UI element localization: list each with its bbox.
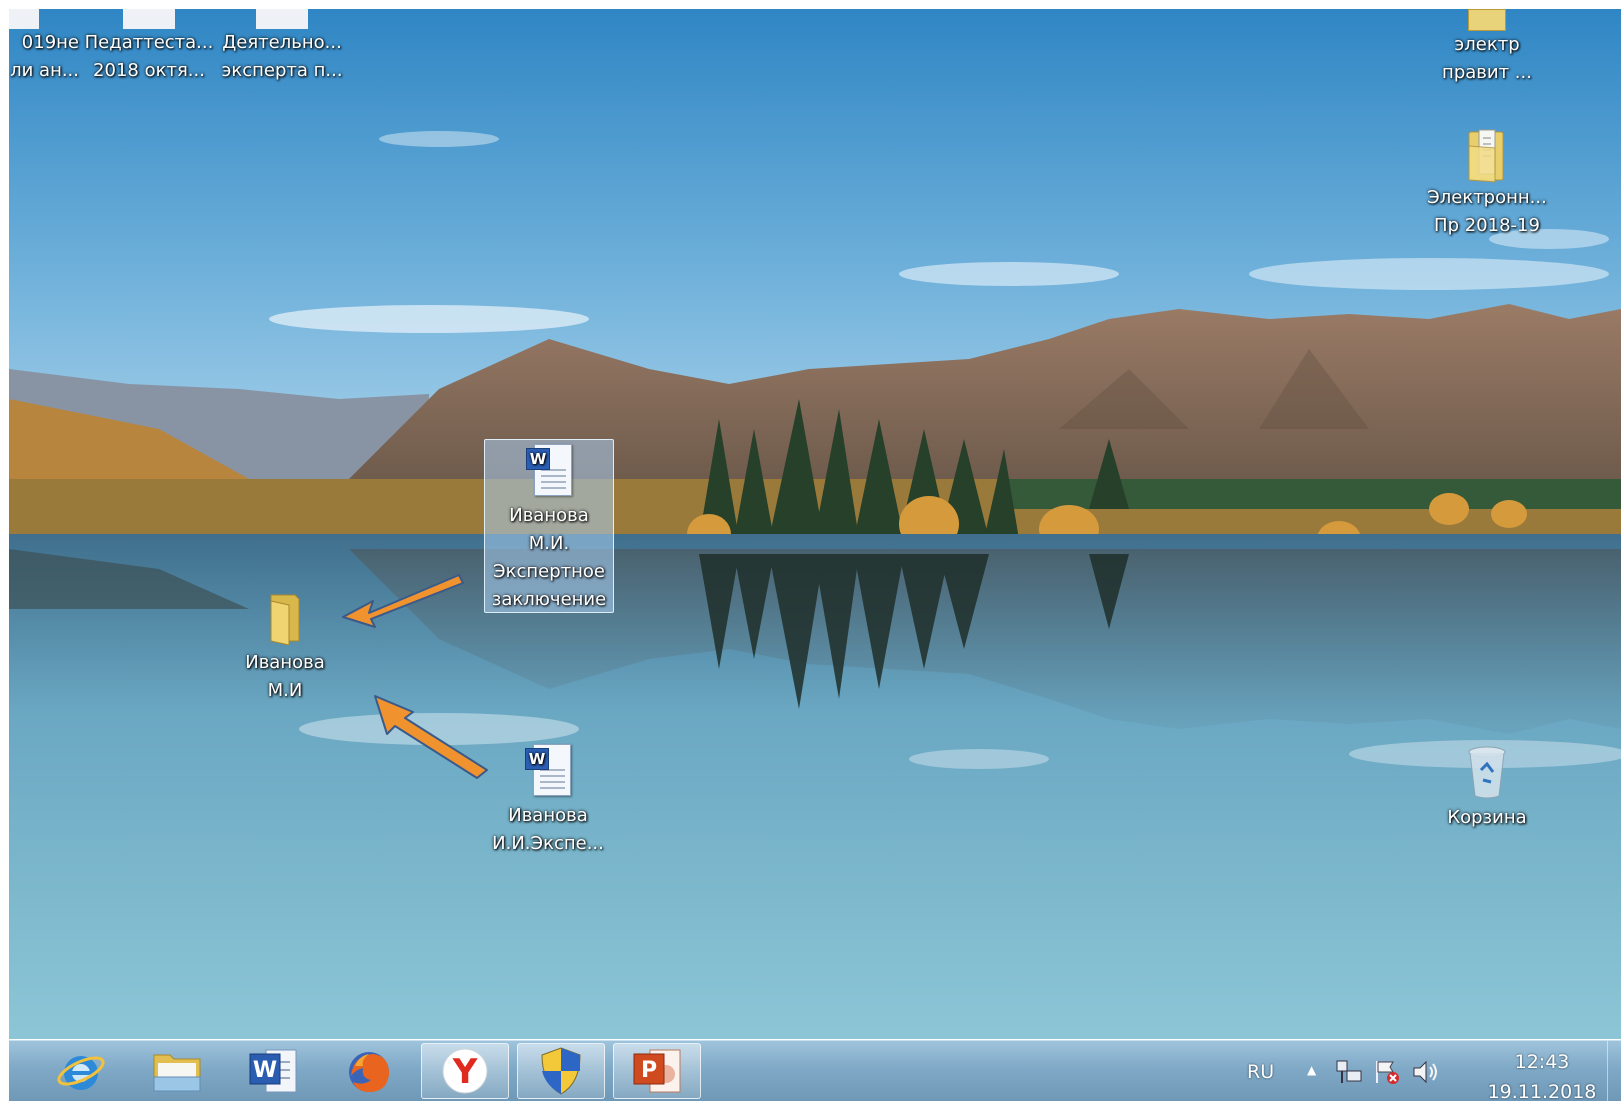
- clock-date[interactable]: 19.11.2018: [1487, 1081, 1597, 1101]
- word-icon: W: [249, 1049, 297, 1093]
- desktop-icon-elektr[interactable]: электр правит ...: [1422, 9, 1552, 87]
- desktop-icon-label: электр правит ...: [1442, 34, 1532, 83]
- explorer-icon: [153, 1054, 201, 1092]
- recycle-bin-icon: [1468, 746, 1506, 799]
- powerpoint-icon: P: [633, 1049, 681, 1093]
- powerpoint-letter: P: [641, 1058, 657, 1083]
- word-document-icon: W: [525, 744, 571, 796]
- desktop-icon-deyatelno[interactable]: Деятельно... эксперта п...: [217, 9, 347, 85]
- folder-icon: [1468, 9, 1506, 31]
- show-hidden-icons-button[interactable]: ▲: [1307, 1063, 1316, 1077]
- taskbar-security[interactable]: [517, 1043, 605, 1099]
- taskbar-internet-explorer[interactable]: [37, 1043, 125, 1099]
- desktop-icon-label: 019не ли ан...: [10, 32, 79, 81]
- taskbar: W Y P RU ▲ 12:43 19.11.2018: [9, 1040, 1621, 1101]
- taskbar-word[interactable]: W: [229, 1043, 317, 1099]
- taskbar-firefox[interactable]: [325, 1043, 413, 1099]
- desktop-icon-folder[interactable]: Иванова М.И: [220, 591, 350, 705]
- desktop-icon-label: Электронн... Пр 2018-19: [1427, 187, 1547, 236]
- show-desktop-button[interactable]: [1607, 1041, 1621, 1101]
- internet-explorer-icon: [57, 1056, 105, 1090]
- taskbar-powerpoint[interactable]: P: [613, 1043, 701, 1099]
- desktop-icon-label: Педаттеста... 2018 октя...: [84, 32, 214, 81]
- taskbar-yandex-browser[interactable]: Y: [421, 1043, 509, 1099]
- annotation-arrow-lower: [374, 695, 488, 779]
- desktop-screen: 019не ли ан... Педаттеста... 2018 октя..…: [9, 9, 1621, 1101]
- clock-time[interactable]: 12:43: [1497, 1051, 1587, 1073]
- desktop-icon-elektronn[interactable]: Электронн... Пр 2018-19: [1422, 126, 1552, 240]
- security-shield-icon: [541, 1047, 581, 1095]
- document-icon: [256, 9, 308, 29]
- annotation-arrow-upper: [342, 574, 464, 628]
- desktop-icon-selected-doc[interactable]: W Иванова М.И. Экспертное заключение: [484, 439, 614, 613]
- desktop-icon-doc2[interactable]: W Иванова И.И.Экспе...: [484, 744, 612, 858]
- firefox-icon: [349, 1052, 389, 1092]
- yandex-icon: Y: [442, 1048, 488, 1094]
- network-icon[interactable]: [1335, 1059, 1363, 1085]
- desktop-wallpaper: [9, 9, 1621, 1039]
- desktop-icon-pedattest[interactable]: Педаттеста... 2018 октя...: [84, 9, 214, 85]
- word-document-icon: W: [526, 444, 572, 496]
- action-center-flag-icon[interactable]: [1373, 1059, 1401, 1085]
- language-indicator[interactable]: RU: [1247, 1061, 1274, 1083]
- desktop-icon-partial[interactable]: 019не ли ан...: [9, 9, 79, 85]
- volume-icon[interactable]: [1411, 1059, 1441, 1085]
- desktop-icon-label: Корзина: [1447, 807, 1527, 828]
- desktop-icon-recycle-bin[interactable]: Корзина: [1422, 744, 1552, 832]
- word-letter: W: [253, 1058, 277, 1083]
- document-icon: [9, 9, 39, 29]
- taskbar-explorer[interactable]: [133, 1043, 221, 1099]
- folder-icon: [270, 594, 300, 645]
- desktop-icon-label: Деятельно... эксперта п...: [221, 32, 343, 81]
- desktop-icon-label: Иванова М.И. Экспертное заключение: [491, 505, 607, 610]
- document-icon: [123, 9, 175, 29]
- yandex-letter: Y: [452, 1052, 478, 1092]
- folder-icon: [1468, 129, 1504, 183]
- desktop-icon-label: Иванова И.И.Экспе...: [492, 805, 604, 854]
- desktop-icon-label: Иванова М.И: [245, 652, 325, 701]
